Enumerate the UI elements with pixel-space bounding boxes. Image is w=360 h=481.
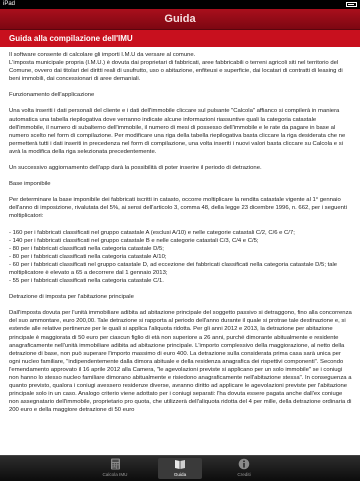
tab-label: Guida	[173, 472, 187, 477]
list-item: - 140 per i fabbricati classificati nel …	[9, 237, 259, 244]
guide-content[interactable]: Il software consente di calcolare gli im…	[9, 51, 352, 446]
section-heading-base-imponibile: Base imponibile	[9, 181, 51, 188]
list-item: - 80 per i fabbricati classificati nella…	[9, 245, 164, 252]
navigation-bar: Guida	[0, 9, 360, 30]
tab-bar: Calcola IMU Guida Crediti	[0, 455, 360, 481]
list-item: - 60 per i fabbricati classificati nel g…	[9, 261, 338, 276]
detrazione-paragraph: Dall'imposta dovuta per l'unità immobili…	[9, 310, 352, 414]
funzionamento-paragraph: Una volta inseriti i dati personali del …	[9, 108, 346, 155]
section-heading-funzionamento: Funzionamento dell'applicazione	[9, 92, 95, 99]
nav-title: Guida	[164, 13, 196, 25]
battery-icon	[346, 2, 357, 7]
multipliers-list: - 160 per i fabbricati classificati nel …	[9, 229, 352, 286]
tab-calcola-imu[interactable]: Calcola IMU	[93, 458, 137, 479]
tab-label: Crediti	[237, 472, 251, 477]
aggiornamento-paragraph: Un successivo aggiornamento dell'app dar…	[9, 165, 262, 172]
intro-paragraph: L'imposta municipale propria (I.M.U.) è …	[9, 60, 343, 83]
list-item: - 55 per i fabbricati classificati nella…	[9, 278, 164, 285]
tab-guida[interactable]: Guida	[158, 458, 202, 479]
tab-crediti[interactable]: Crediti	[222, 458, 266, 479]
list-item: - 80 per i fabbricati classificati nella…	[9, 253, 167, 260]
info-icon	[238, 458, 250, 470]
section-heading-detrazione: Detrazione di imposta per l'abitazione p…	[9, 294, 134, 301]
list-item: - 160 per i fabbricati classificati nel …	[9, 229, 295, 236]
base-imponibile-paragraph: Per determinare la base imponibile dei f…	[9, 197, 347, 220]
status-bar: iPad	[0, 0, 360, 9]
intro-line: Il software consente di calcolare gli im…	[9, 52, 196, 58]
section-title: Guida alla compilazione dell'IMU	[0, 30, 360, 47]
book-icon	[175, 460, 185, 469]
tab-label: Calcola IMU	[102, 472, 128, 477]
calculator-icon	[110, 458, 120, 470]
carrier-label: iPad	[3, 1, 16, 7]
